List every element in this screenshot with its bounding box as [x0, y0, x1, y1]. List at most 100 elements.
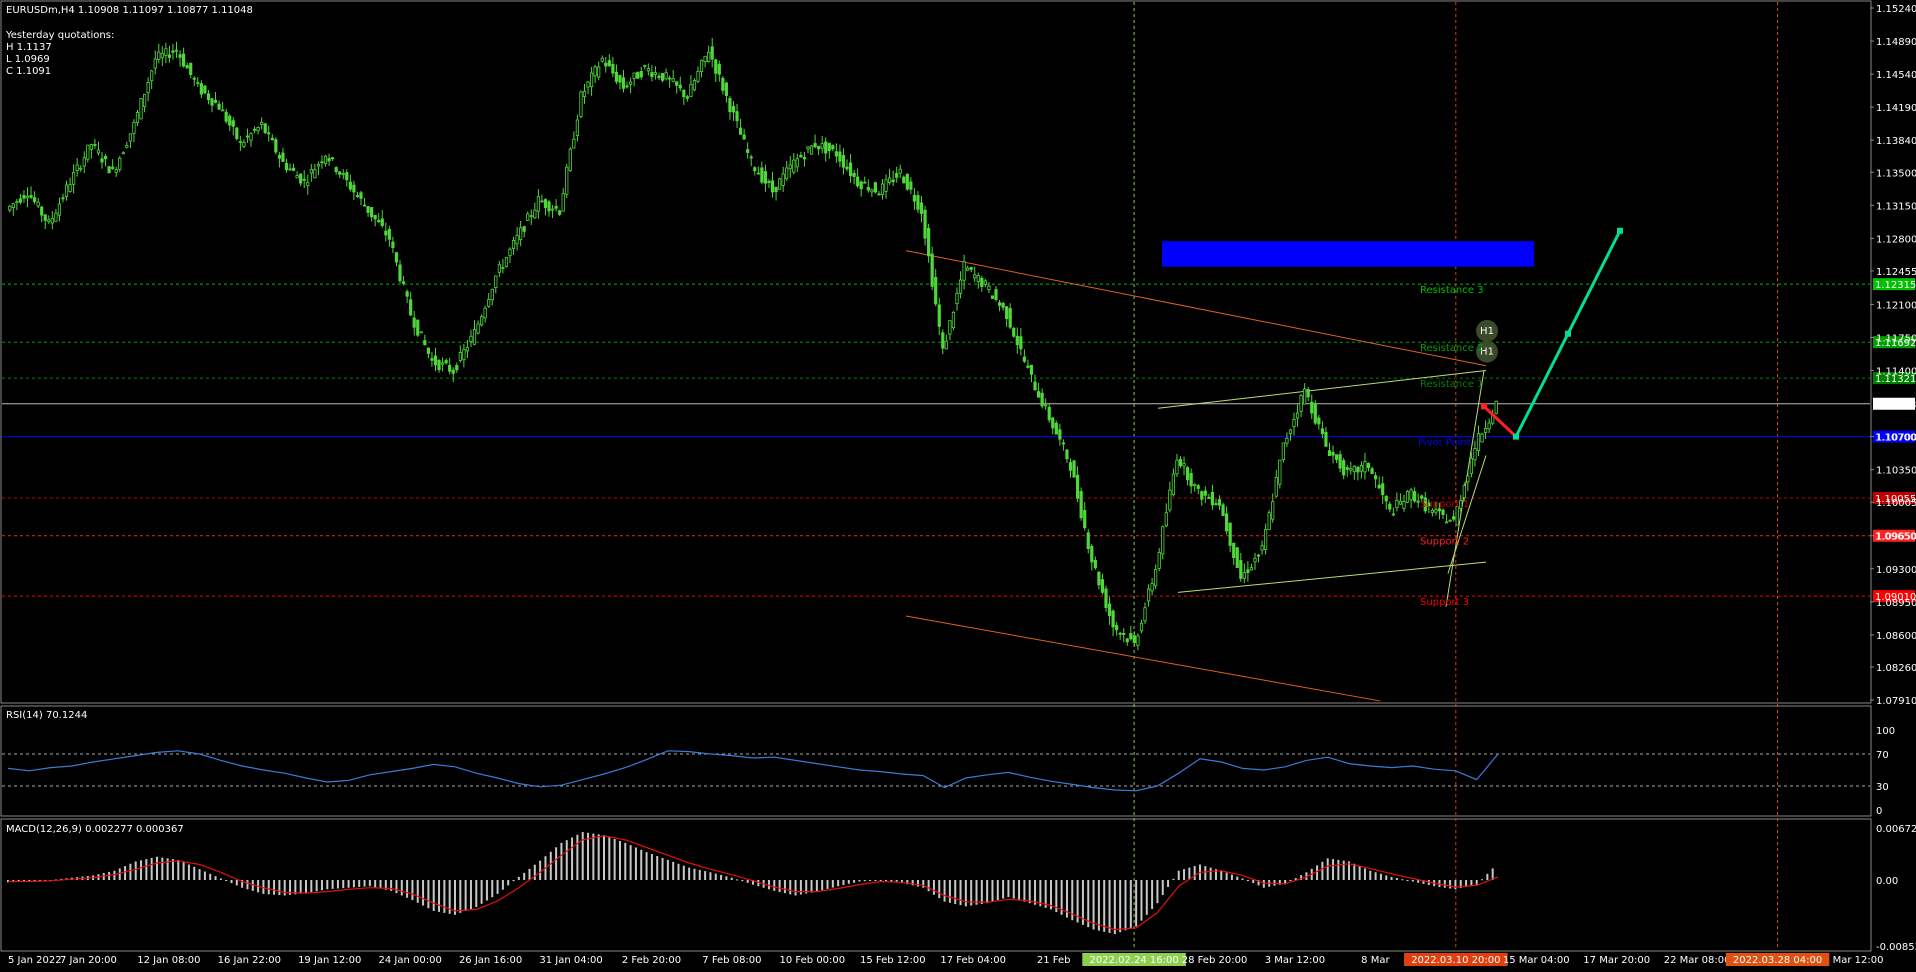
candle-body	[646, 68, 650, 72]
macd-histogram-bar	[1321, 861, 1324, 881]
candle-body	[1235, 547, 1239, 568]
price-tick: 1.10350	[1876, 466, 1916, 477]
macd-histogram-bar	[869, 880, 872, 882]
candle-body	[1072, 460, 1076, 478]
candle-body	[1157, 552, 1161, 569]
candle-body	[1260, 545, 1264, 551]
candle-body	[476, 323, 480, 334]
price-tick: 1.14890	[1876, 37, 1916, 48]
candle-body	[643, 65, 647, 67]
time-tick: 10 Feb 00:00	[780, 955, 846, 966]
candle-body	[767, 180, 771, 183]
candle-body	[1349, 468, 1353, 471]
macd-histogram-bar	[1193, 866, 1196, 881]
trading-chart[interactable]: H1H1 Resistance 3 1.12315Resistance 2 1.11…	[0, 0, 1916, 972]
macd-histogram-bar	[352, 880, 355, 888]
candle-body	[189, 62, 193, 75]
price-level-label: Support 2	[1420, 537, 1469, 548]
yesterday-title: Yesterday quotations:	[5, 30, 114, 41]
macd-histogram-bar	[885, 880, 888, 882]
candle-body	[1122, 632, 1126, 636]
candle-body	[848, 162, 853, 177]
macd-histogram-bar	[1177, 870, 1180, 881]
candle-body	[82, 157, 86, 167]
candle-body	[550, 208, 555, 211]
candle-body	[359, 192, 363, 199]
candle-body	[880, 183, 885, 196]
macd-histogram-bar	[523, 872, 526, 881]
macd-histogram-bar	[634, 847, 637, 881]
candle-body	[841, 155, 846, 168]
candle-body	[345, 172, 349, 181]
price-tick: 1.13840	[1876, 136, 1916, 147]
candle-body	[611, 63, 615, 74]
candle-body	[951, 311, 956, 329]
candle-body	[61, 197, 65, 200]
highlight-zone	[1162, 241, 1535, 267]
candle-body	[1370, 468, 1374, 474]
macd-tick: 0.00	[1876, 876, 1898, 887]
macd-histogram-bar	[209, 873, 212, 881]
candle-body	[1076, 474, 1080, 499]
time-tick: 7 Feb 08:00	[702, 955, 761, 966]
h1-marker-label: H1	[1480, 326, 1494, 337]
price-level-label: Pivot Point	[1418, 438, 1471, 449]
macd-histogram-bar	[1204, 866, 1207, 881]
time-tick: 22 Mar 08:00	[1664, 955, 1731, 966]
candle-body	[384, 230, 388, 236]
price-level-label: Support 1	[1420, 499, 1469, 510]
price-tick: 1.12100	[1876, 300, 1916, 311]
candle-body	[217, 103, 221, 110]
macd-histogram-bar	[395, 880, 398, 894]
candle-body	[966, 267, 970, 271]
macd-histogram-bar	[1103, 880, 1106, 932]
macd-histogram-bar	[975, 880, 978, 905]
candle-body	[671, 78, 675, 82]
price-level-label: Resistance 2	[1420, 343, 1483, 354]
macd-histogram-bar	[1108, 880, 1111, 933]
candle-body	[614, 71, 619, 82]
candle-body	[944, 340, 948, 350]
candle-body	[636, 72, 640, 79]
candle-body	[1164, 512, 1168, 527]
macd-histogram-bar	[980, 880, 983, 904]
macd-histogram-bar	[539, 860, 542, 881]
macd-histogram-bar	[1092, 880, 1095, 930]
candle-body	[735, 111, 739, 122]
candle-body	[64, 184, 69, 197]
time-tick: 26 Jan 16:00	[459, 955, 522, 966]
macd-histogram-bar	[677, 863, 680, 881]
candle-body	[792, 159, 796, 173]
macd-histogram-bar	[507, 880, 510, 886]
macd-histogram-bar	[1395, 878, 1398, 881]
candle-body	[501, 267, 505, 269]
candle-body	[1395, 499, 1399, 508]
candle-body	[632, 72, 636, 79]
time-tick: 16 Jan 22:00	[218, 955, 281, 966]
candle-body	[57, 203, 62, 216]
candle-body	[1200, 491, 1204, 500]
candle-body	[306, 182, 310, 186]
macd-histogram-bar	[1183, 869, 1186, 881]
macd-histogram-bar	[464, 880, 467, 911]
candle-body	[856, 176, 860, 187]
macd-histogram-bar	[555, 847, 558, 881]
macd-histogram-bar	[624, 842, 627, 881]
candle-body	[419, 331, 423, 334]
candle-body	[47, 219, 51, 223]
candle-body	[1430, 509, 1434, 513]
candle-body	[263, 123, 267, 134]
macd-histogram-bar	[608, 837, 611, 881]
candle-body	[692, 80, 697, 91]
candle-body	[1026, 365, 1030, 368]
price-level-label: Resistance 3	[1420, 285, 1483, 296]
candle-body	[1476, 433, 1481, 452]
macd-histogram-bar	[571, 837, 574, 881]
macd-histogram-bar	[400, 880, 403, 896]
candle-body	[430, 358, 434, 361]
candle-body	[1132, 635, 1136, 644]
candle-body	[242, 142, 246, 147]
candle-body	[1310, 401, 1314, 414]
macd-histogram-bar	[810, 880, 813, 893]
candle-body	[1334, 454, 1339, 460]
